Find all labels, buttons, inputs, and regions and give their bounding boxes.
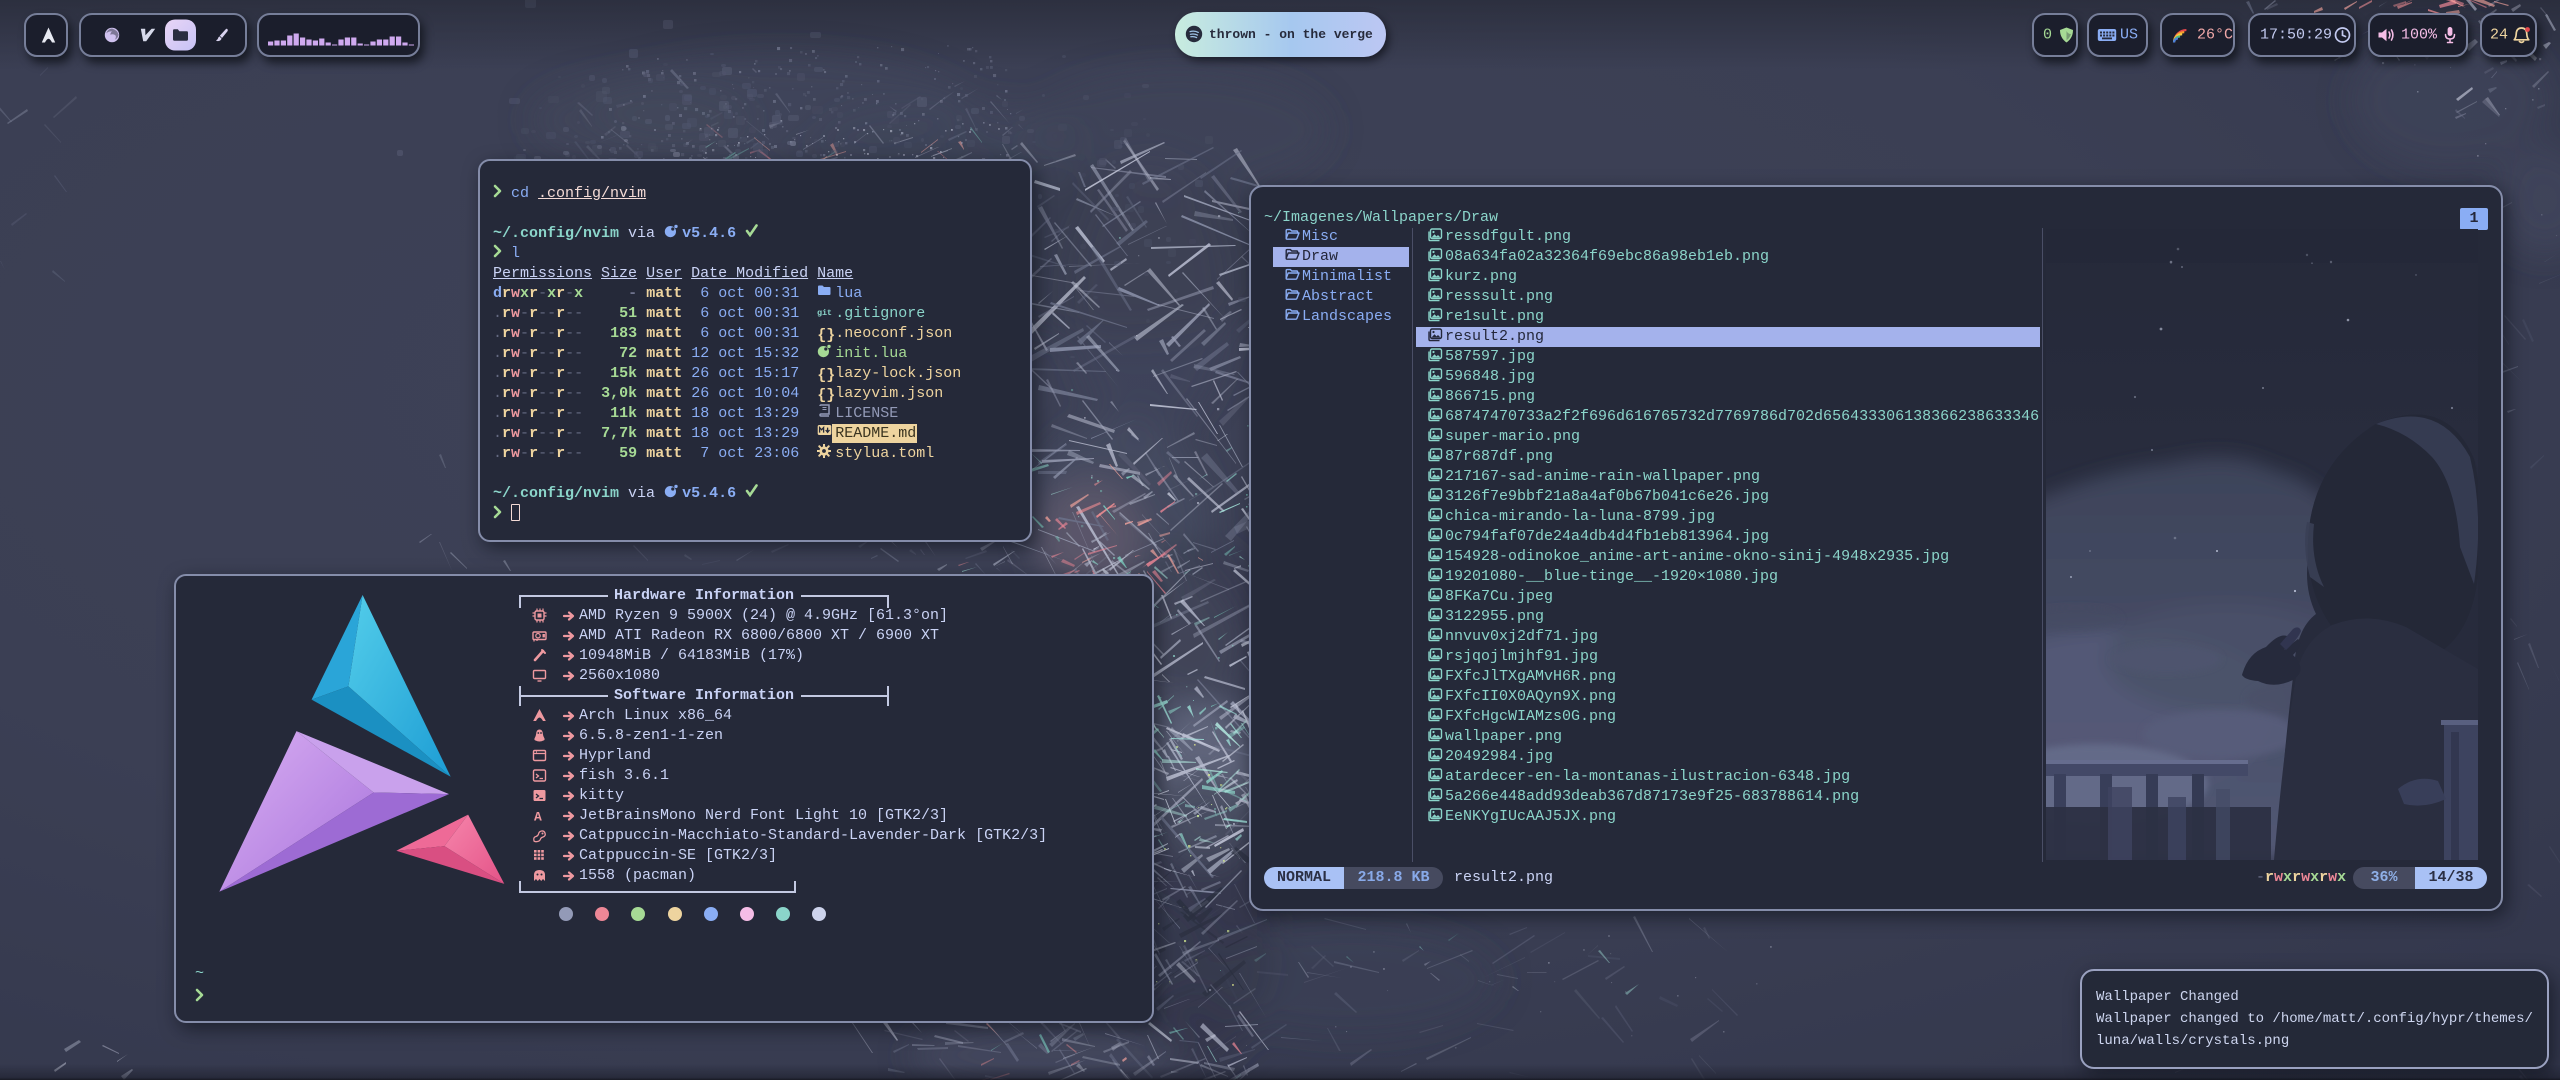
svg-text:A: A: [534, 810, 542, 824]
svg-text:git: git: [817, 308, 832, 318]
